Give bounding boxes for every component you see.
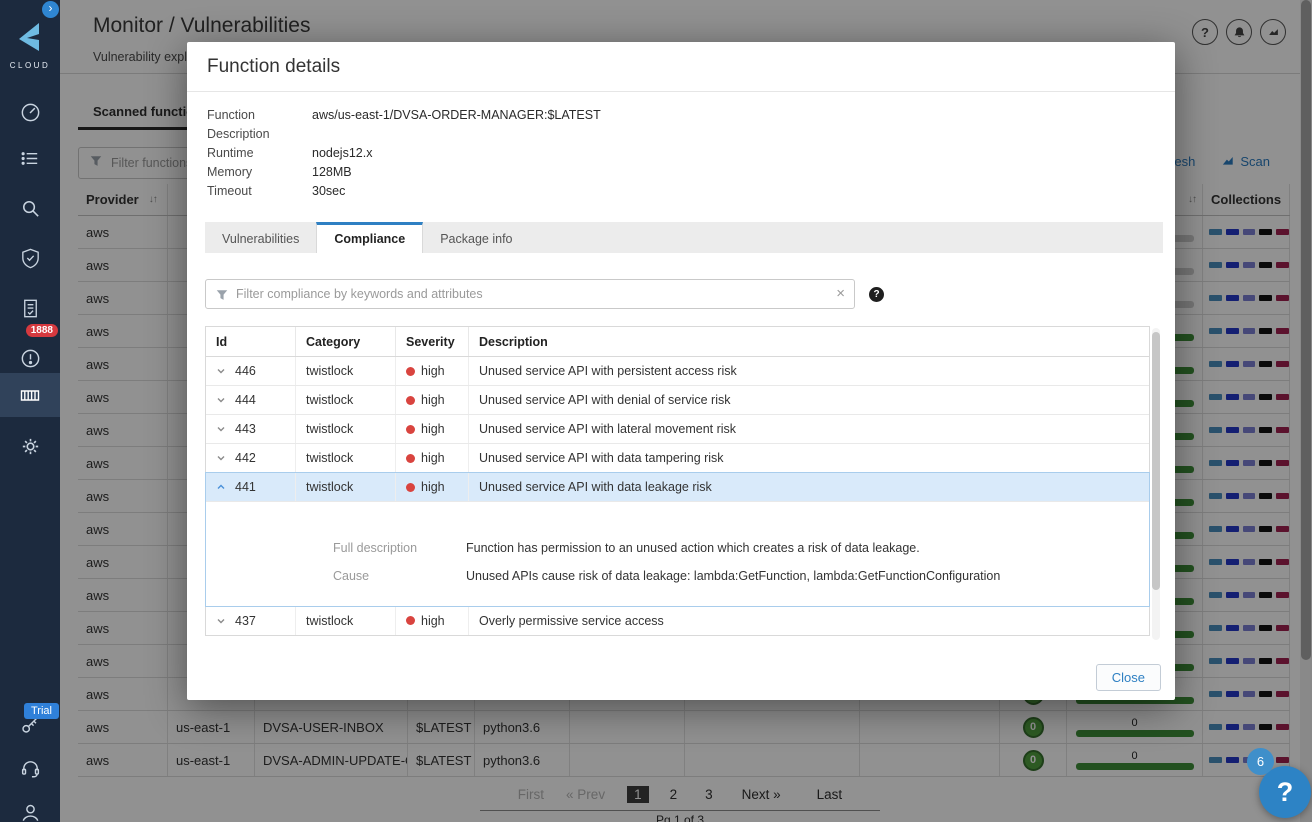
compliance-row[interactable]: 444 twistlock high Unused service API wi… [206,386,1149,415]
screen: Monitor / Vulnerabilities Vulnerability … [0,0,1312,822]
severity-dot [406,366,415,376]
modal-tabs: Vulnerabilities Compliance Package info [205,222,1163,253]
severity-dot [406,453,415,463]
severity-dot [406,424,415,434]
list-icon [21,151,37,165]
document-check-icon [23,299,37,317]
user-icon [22,804,38,821]
help-widget-button[interactable]: ? [1259,766,1311,818]
close-button[interactable]: Close [1095,664,1161,691]
logo-text: CLOUD [9,61,51,70]
info-row: Description [207,125,1155,144]
function-details-modal: Function details Function aws/us-east-1/… [187,42,1175,700]
function-info: Function aws/us-east-1/DVSA-ORDER-MANAGE… [207,106,1155,201]
severity-dot [406,482,415,492]
column-id[interactable]: Id [206,327,296,356]
chevron-down-icon[interactable] [216,366,226,376]
info-value: 128MB [312,165,352,179]
modal-scrollbar-thumb[interactable] [1152,332,1160,590]
compliance-table: Id Category Severity Description 446 twi… [205,326,1150,636]
full-description-value: Function has permission to an unused act… [466,541,920,555]
modal-tab[interactable]: Package info [423,222,529,253]
compliance-table-header: Id Category Severity Description [206,327,1149,357]
alerts-count-badge: 1888 [25,324,58,337]
compliance-expanded-panel: Full description Function has permission… [206,502,1149,606]
headset-icon [21,760,39,777]
filter-help-icon[interactable]: ? [869,286,884,302]
info-label: Timeout [207,184,252,198]
info-label: Runtime [207,146,254,160]
help-widget-badge: 6 [1247,748,1274,775]
alert-circle-icon [21,349,39,367]
modal-tab[interactable]: Compliance [316,222,424,253]
info-label: Function [207,108,255,122]
info-row: Memory 128MB [207,163,1155,182]
expanded-row-group: 441 twistlock high Unused service API wi… [205,472,1150,607]
sidebar-item-defend[interactable] [0,236,60,280]
column-description[interactable]: Description [469,327,1149,356]
modal-title: Function details [187,42,1175,92]
info-value: 30sec [312,184,346,198]
chevron-up-icon[interactable] [216,482,226,492]
chevron-down-icon[interactable] [216,616,226,626]
sidebar: CLOUD › 1888 [0,0,60,822]
severity-dot [406,395,415,405]
info-value: aws/us-east-1/DVSA-ORDER-MANAGER:$LATEST [312,108,601,122]
filter-funnel-icon [215,288,229,305]
sidebar-item-containers[interactable] [0,373,60,417]
info-label: Memory [207,165,253,179]
cloud-logo-icon [19,23,39,51]
info-label: Description [207,127,270,141]
sidebar-item-dashboard[interactable] [0,90,60,134]
compliance-row[interactable]: 443 twistlock high Unused service API wi… [206,415,1149,444]
compliance-filter: × [205,279,855,309]
modal-tab[interactable]: Vulnerabilities [205,222,316,253]
compliance-row[interactable]: 446 twistlock high Unused service API wi… [206,357,1149,386]
sidebar-item-settings[interactable] [0,424,60,468]
sidebar-item-support[interactable] [0,746,60,790]
info-row: Function aws/us-east-1/DVSA-ORDER-MANAGE… [207,106,1155,125]
app-logo: CLOUD [0,22,60,70]
sidebar-item-user[interactable] [0,790,60,822]
sidebar-item-policies[interactable] [0,136,60,180]
info-row: Runtime nodejs12.x [207,144,1155,163]
chevron-down-icon[interactable] [216,453,226,463]
compliance-row-selected[interactable]: 441 twistlock high Unused service API wi… [206,473,1149,502]
sidebar-expand-button[interactable]: › [42,1,59,18]
severity-dot [406,616,415,625]
cause-value: Unused APIs cause risk of data leakage: … [466,569,1001,583]
column-severity[interactable]: Severity [396,327,469,356]
shield-check-icon [21,248,39,268]
search-icon [22,200,39,217]
full-description-label: Full description [333,541,418,555]
gear-icon [22,438,38,454]
compliance-filter-row: × ? [205,279,1157,309]
modal-table-scrollbar[interactable] [1152,328,1160,640]
cause-label: Cause [333,569,370,583]
sidebar-item-search[interactable] [0,186,60,230]
column-category[interactable]: Category [296,327,396,356]
chevron-down-icon[interactable] [216,395,226,405]
info-value: nodejs12.x [312,146,373,160]
compliance-row[interactable]: 437 twistlock high Overly permissive ser… [206,606,1149,635]
trial-badge: Trial [24,703,59,719]
info-row: Timeout 30sec [207,182,1155,201]
gauge-icon [21,103,39,121]
compliance-filter-input[interactable] [236,280,821,308]
chevron-down-icon[interactable] [216,424,226,434]
clear-filter-icon[interactable]: × [836,285,845,302]
compliance-row[interactable]: 442 twistlock high Unused service API wi… [206,444,1149,473]
container-icon [20,390,40,401]
